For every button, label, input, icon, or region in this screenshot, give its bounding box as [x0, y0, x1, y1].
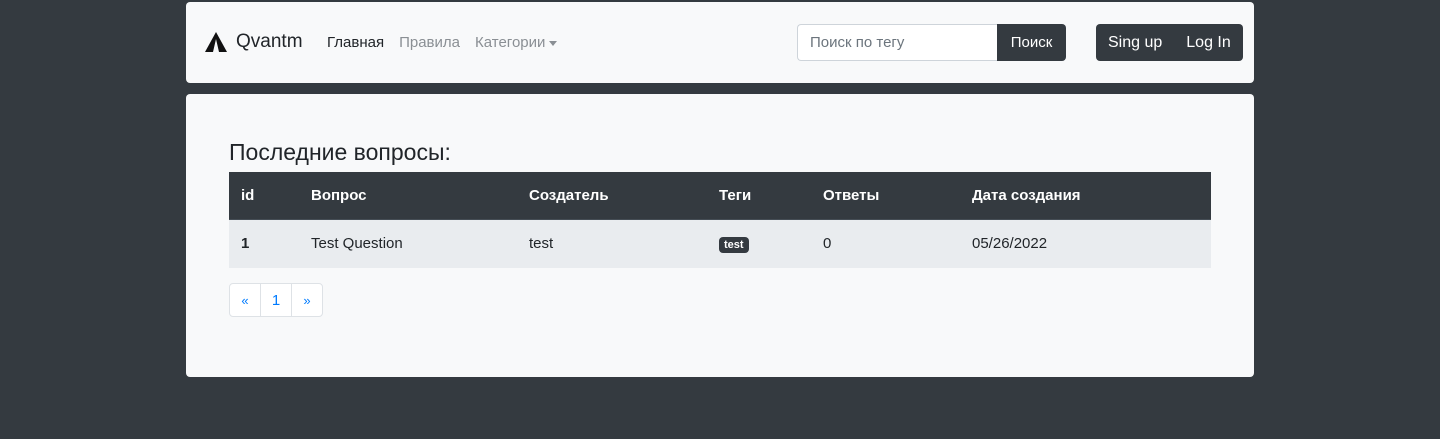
column-header-id: id [229, 172, 299, 220]
nav-link-rules[interactable]: Правила [399, 34, 460, 51]
page: Qvantm Главная Правила Категории Поиск S… [0, 0, 1440, 439]
nav-links: Главная Правила Категории [327, 34, 558, 51]
questions-table: id Вопрос Создатель Теги Ответы Дата соз… [229, 172, 1211, 268]
auth-button-group: Sing up Log In [1096, 24, 1243, 61]
pagination-page-1[interactable]: 1 [260, 283, 292, 317]
column-header-question: Вопрос [299, 172, 517, 220]
nav-link-home[interactable]: Главная [327, 34, 384, 51]
column-header-answers: Ответы [811, 172, 960, 220]
signup-button[interactable]: Sing up [1096, 24, 1174, 61]
caret-down-icon [549, 40, 558, 46]
cell-answers: 0 [811, 219, 960, 268]
login-button[interactable]: Log In [1174, 24, 1242, 61]
tag-badge[interactable]: test [719, 236, 749, 253]
page-title: Последние вопросы: [229, 139, 451, 165]
cell-date: 05/26/2022 [960, 219, 1211, 268]
search-button[interactable]: Поиск [997, 24, 1066, 61]
navbar: Qvantm Главная Правила Категории Поиск S… [186, 2, 1254, 83]
pagination: « 1 » [229, 283, 323, 317]
search-form: Поиск [797, 24, 1066, 61]
cell-tags: test [707, 219, 811, 268]
table-row[interactable]: 1 Test Question test test 0 05/26/2022 [229, 219, 1211, 268]
cell-question[interactable]: Test Question [299, 219, 517, 268]
pagination-next-button[interactable]: » [291, 283, 323, 317]
main-card: Последние вопросы: id Вопрос Создатель Т… [186, 94, 1254, 377]
brand-link[interactable]: Qvantm [204, 30, 303, 54]
mountain-logo-icon [205, 32, 227, 52]
pagination-prev-button[interactable]: « [229, 283, 261, 317]
tag-search-input[interactable] [797, 24, 997, 61]
column-header-tags: Теги [707, 172, 811, 220]
table-header-row: id Вопрос Создатель Теги Ответы Дата соз… [229, 172, 1211, 220]
column-header-date: Дата создания [960, 172, 1211, 220]
column-header-creator: Создатель [517, 172, 707, 220]
cell-creator: test [517, 219, 707, 268]
nav-dropdown-categories-label: Категории [475, 34, 546, 51]
brand-name: Qvantm [236, 31, 303, 52]
nav-dropdown-categories[interactable]: Категории [475, 34, 558, 51]
cell-id: 1 [229, 219, 299, 268]
